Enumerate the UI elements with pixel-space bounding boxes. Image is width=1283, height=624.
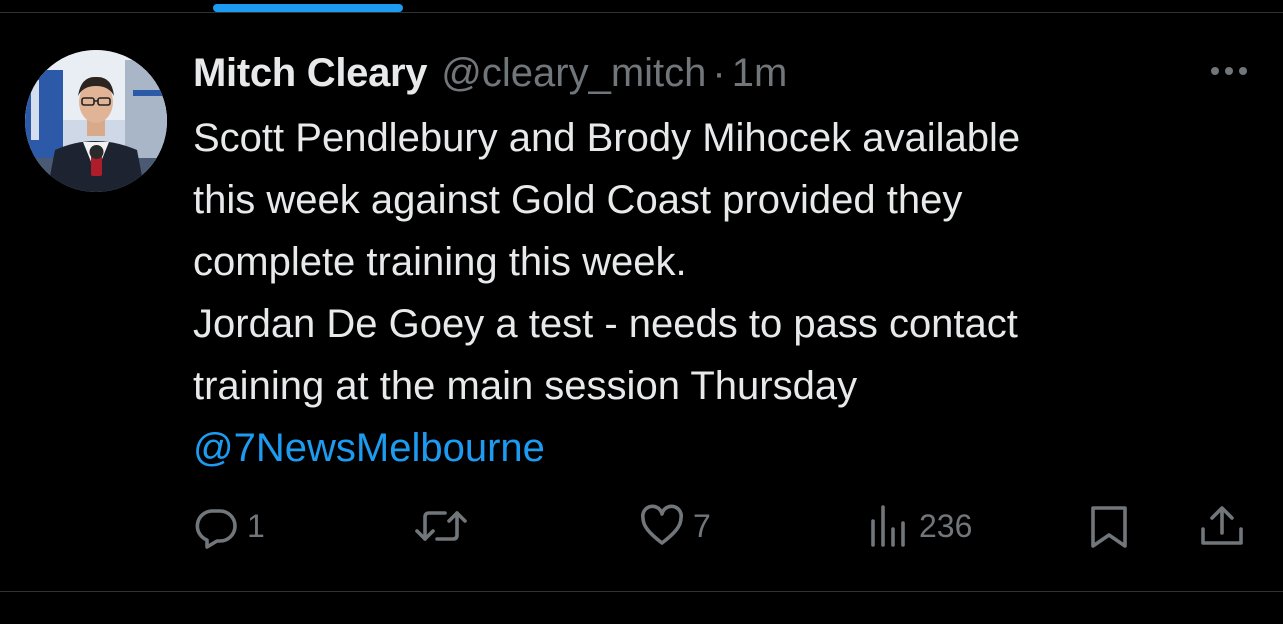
tweet-text-line: training at the main session Thursday	[193, 364, 858, 408]
views-icon	[871, 505, 905, 547]
bottom-divider	[0, 591, 1283, 592]
more-button[interactable]	[1203, 54, 1255, 88]
top-divider	[0, 12, 1283, 13]
tweet-header: Mitch Cleary @cleary_mitch · 1m	[193, 46, 787, 100]
user-handle[interactable]: @cleary_mitch	[441, 51, 706, 96]
views-count: 236	[919, 507, 973, 544]
retweet-icon	[415, 511, 467, 541]
action-bar: 1 7 236	[193, 501, 1253, 551]
reply-button[interactable]: 1	[193, 501, 265, 551]
bookmark-button[interactable]	[1086, 501, 1132, 551]
views-button[interactable]: 236	[867, 501, 972, 551]
share-icon	[1201, 506, 1243, 545]
tweet-text: Scott Pendlebury and Brody Mihocek avail…	[193, 107, 1233, 479]
reply-count: 1	[247, 507, 265, 544]
tab-indicator	[213, 4, 403, 12]
reply-icon	[195, 509, 237, 549]
timestamp[interactable]: 1m	[732, 51, 788, 96]
tweet-text-line: Scott Pendlebury and Brody Mihocek avail…	[193, 116, 1021, 160]
bookmark-icon	[1091, 506, 1127, 548]
more-dots-icon	[1211, 67, 1247, 75]
tweet-text-line: Jordan De Goey a test - needs to pass co…	[193, 302, 1018, 346]
mention-link[interactable]: @7NewsMelbourne	[193, 417, 1233, 479]
retweet-button[interactable]	[413, 501, 477, 551]
display-name[interactable]: Mitch Cleary	[193, 51, 428, 96]
separator-dot: ·	[712, 50, 726, 95]
tweet-text-line: this week against Gold Coast provided th…	[193, 178, 963, 222]
share-button[interactable]	[1198, 501, 1246, 551]
heart-icon	[641, 504, 683, 545]
like-count: 7	[693, 507, 711, 544]
tweet-text-line: complete training this week.	[193, 240, 687, 284]
like-button[interactable]: 7	[639, 501, 711, 551]
avatar-photo	[25, 50, 167, 192]
avatar[interactable]	[25, 50, 167, 192]
